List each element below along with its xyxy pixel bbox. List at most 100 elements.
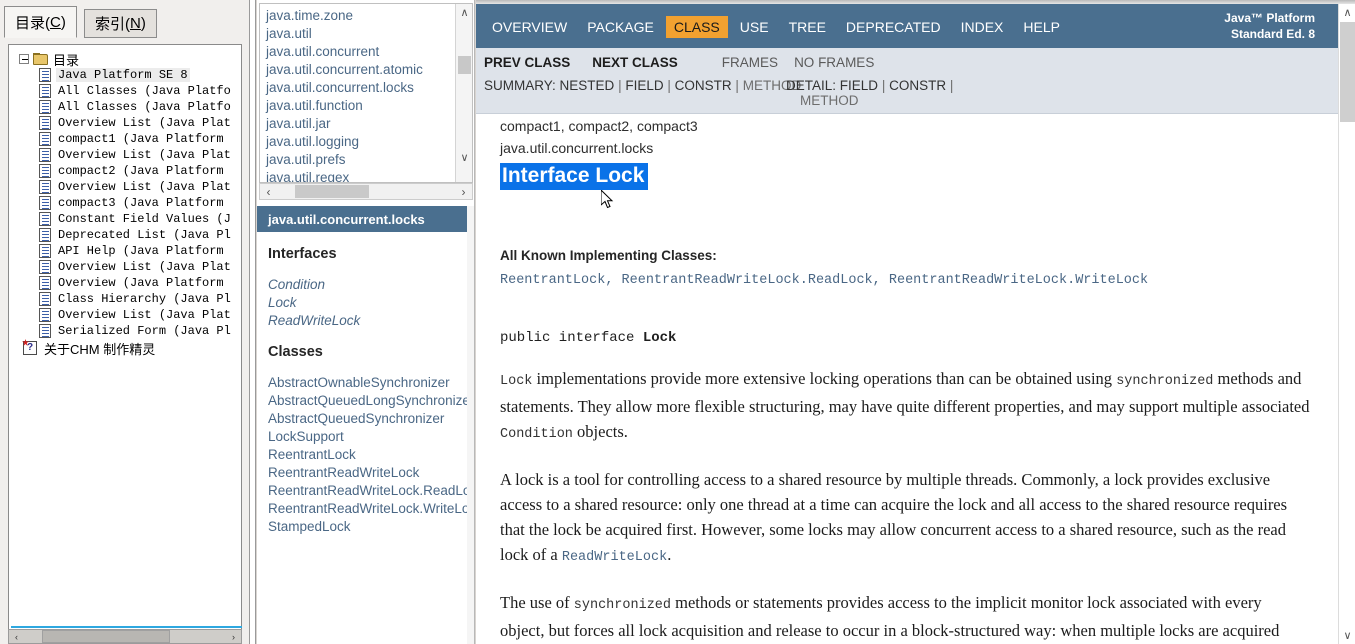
scrollbar-thumb[interactable] — [295, 185, 369, 198]
tree-item[interactable]: All Classes (Java Platform S — [9, 83, 231, 99]
paragraph-text: Condition — [500, 427, 573, 443]
scroll-left-icon[interactable]: ‹ — [9, 630, 24, 643]
no-frames-link[interactable]: NO FRAMES — [794, 55, 874, 70]
package-list-item[interactable]: java.util.concurrent.locks — [266, 79, 456, 97]
scroll-up-icon[interactable]: ∧ — [456, 4, 472, 21]
document-icon — [39, 260, 51, 274]
navbar-item-tree[interactable]: TREE — [781, 16, 834, 38]
navbar-item-overview[interactable]: OVERVIEW — [484, 16, 575, 38]
paragraph-text[interactable]: ReadWriteLock — [562, 550, 667, 565]
scrollbar-thumb[interactable] — [42, 630, 170, 643]
class-index-item[interactable]: ReadWriteLock — [268, 312, 474, 330]
content-vertical-scrollbar[interactable]: ∧ ∨ — [1338, 4, 1355, 644]
scroll-right-icon[interactable]: › — [455, 184, 472, 199]
class-index-item[interactable]: ReentrantLock — [268, 446, 474, 464]
class-index-item[interactable]: StampedLock — [268, 518, 474, 536]
scrollbar-track[interactable] — [24, 630, 226, 643]
tree-item[interactable]: Overview List (Java Platform — [9, 179, 231, 195]
navbar-item-package[interactable]: PACKAGE — [579, 16, 662, 38]
class-index-item[interactable]: ReentrantReadWriteLock — [268, 464, 474, 482]
tree-item[interactable]: All Classes (Java Platform S — [9, 99, 231, 115]
scrollbar-thumb[interactable] — [1340, 22, 1355, 122]
tab-index[interactable]: 索引(N) — [84, 9, 157, 38]
tree-item[interactable]: Java Platform SE 8 — [9, 67, 231, 83]
scroll-up-icon[interactable]: ∧ — [1339, 4, 1355, 21]
pane-splitter[interactable] — [250, 0, 256, 644]
scroll-right-icon[interactable]: › — [226, 630, 241, 643]
package-list-item[interactable]: java.util.concurrent.atomic — [266, 61, 456, 79]
package-list-item[interactable]: java.util.jar — [266, 115, 456, 133]
detail-field-link[interactable]: FIELD — [840, 78, 878, 93]
navbar-item-deprecated[interactable]: DEPRECATED — [838, 16, 949, 38]
frames-link[interactable]: FRAMES — [722, 55, 778, 70]
class-index-item[interactable]: ReentrantReadWriteLock.ReadLock — [268, 482, 474, 500]
known-implementors-label: All Known Implementing Classes: — [500, 248, 717, 264]
scrollbar-thumb[interactable] — [458, 56, 471, 74]
package-list-horizontal-scrollbar[interactable]: ‹ › — [259, 183, 473, 200]
tree-item[interactable]: Overview List (Java Platform — [9, 115, 231, 131]
tree-item[interactable]: API Help (Java Platform SE 8 — [9, 243, 231, 259]
navbar-item-class[interactable]: CLASS — [665, 16, 728, 38]
navbar-item-help[interactable]: HELP — [1015, 16, 1068, 38]
class-index-item[interactable]: ReentrantReadWriteLock.WriteLock — [268, 500, 474, 518]
class-index-item[interactable]: AbstractQueuedLongSynchronizer — [268, 392, 474, 410]
next-class-link[interactable]: NEXT CLASS — [592, 55, 678, 70]
package-list-item[interactable]: java.time.zone — [266, 7, 456, 25]
document-icon — [39, 164, 51, 178]
tree-item[interactable]: compact3 (Java Platform SE 8 — [9, 195, 231, 211]
detail-constr-link[interactable]: CONSTR — [889, 78, 946, 93]
package-list-item[interactable]: java.util.regex — [266, 169, 456, 182]
tab-contents[interactable]: 目录(C) — [4, 6, 77, 38]
tree-root-node[interactable]: 目录 — [9, 51, 231, 68]
navbar-item-use[interactable]: USE — [732, 16, 777, 38]
tree-horizontal-scrollbar[interactable]: ‹ › — [8, 629, 242, 644]
tree-item[interactable]: Deprecated List (Java Platfo — [9, 227, 231, 243]
class-index-item[interactable]: AbstractQueuedSynchronizer — [268, 410, 474, 428]
javadoc-document: compact1, compact2, compact3 java.util.c… — [476, 115, 1338, 644]
summary-nested-link[interactable]: NESTED — [560, 78, 615, 93]
tree-item[interactable]: Overview List (Java Platform — [9, 259, 231, 275]
profile-line: compact1, compact2, compact3 — [500, 118, 698, 134]
folder-icon — [33, 52, 49, 66]
contents-tree[interactable]: 目录 Java Platform SE 8 All Classes (Java P… — [9, 45, 231, 618]
detail-method-link[interactable]: METHOD — [800, 93, 1036, 108]
summary-field-link[interactable]: FIELD — [625, 78, 663, 93]
class-index-vertical-scrollbar[interactable] — [467, 206, 474, 644]
package-list[interactable]: java.time.zone java.util java.util.concurr… — [260, 4, 456, 182]
tree-item-label: Serialized Form (Java Platfo — [58, 324, 231, 338]
scroll-down-icon[interactable]: ∨ — [1339, 627, 1355, 644]
package-list-vertical-scrollbar[interactable]: ∧ ∨ — [455, 4, 472, 182]
document-icon — [39, 324, 51, 338]
tree-item[interactable]: Overview (Java Platform SE 8 — [9, 275, 231, 291]
tree-item[interactable]: Overview List (Java Platform — [9, 147, 231, 163]
collapse-icon[interactable] — [19, 54, 29, 64]
tree-item[interactable]: compact2 (Java Platform SE 8 — [9, 163, 231, 179]
scroll-down-icon[interactable]: ∨ — [456, 149, 472, 166]
known-implementors-list[interactable]: ReentrantLock, ReentrantReadWriteLock.Re… — [500, 273, 1338, 288]
javadoc-content-pane: OVERVIEW PACKAGE CLASS USE TREE DEPRECATED IND… — [476, 0, 1355, 644]
package-list-item[interactable]: java.util.function — [266, 97, 456, 115]
scrollbar-track[interactable] — [277, 184, 455, 199]
tree-item-about-chm[interactable]: ? 关于CHM 制作精灵 — [9, 339, 231, 357]
tree-item[interactable]: Overview List (Java Platform — [9, 307, 231, 323]
tree-item-label: 关于CHM 制作精灵 — [44, 341, 156, 357]
class-index-item[interactable]: Lock — [268, 294, 474, 312]
package-list-item[interactable]: java.util.prefs — [266, 151, 456, 169]
navbar-item-index[interactable]: INDEX — [953, 16, 1012, 38]
prev-class-link[interactable]: PREV CLASS — [484, 55, 570, 70]
page-title: Interface Lock — [500, 163, 649, 190]
class-index-item[interactable]: Condition — [268, 276, 474, 294]
class-index-item[interactable]: LockSupport — [268, 428, 474, 446]
summary-constr-link[interactable]: CONSTR — [675, 78, 732, 93]
tree-item[interactable]: Class Hierarchy (Java Platfo — [9, 291, 231, 307]
package-list-item[interactable]: java.util — [266, 25, 456, 43]
tree-item[interactable]: compact1 (Java Platform SE 8 — [9, 131, 231, 147]
scroll-left-icon[interactable]: ‹ — [260, 184, 277, 199]
sep-2: | — [667, 78, 671, 93]
package-list-item[interactable]: java.util.logging — [266, 133, 456, 151]
tree-item[interactable]: Serialized Form (Java Platfo — [9, 323, 231, 339]
class-index-item[interactable]: AbstractOwnableSynchronizer — [268, 374, 474, 392]
document-icon — [39, 212, 51, 226]
tree-item[interactable]: Constant Field Values (Java — [9, 211, 231, 227]
package-list-item[interactable]: java.util.concurrent — [266, 43, 456, 61]
